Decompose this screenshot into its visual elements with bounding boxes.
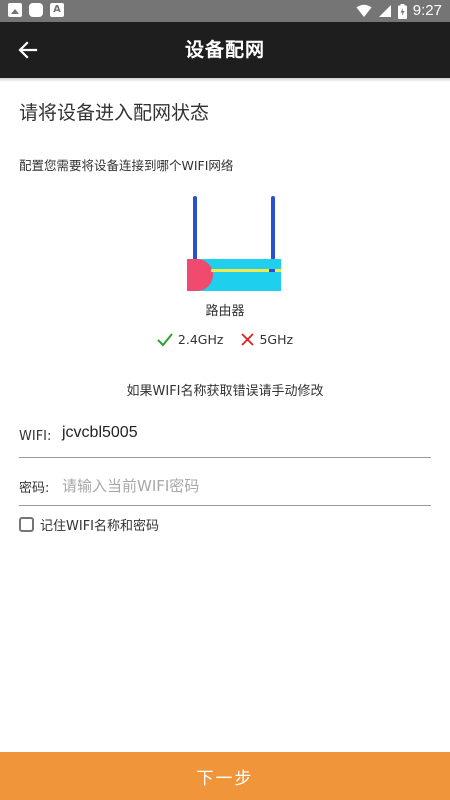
cross-icon (241, 333, 255, 346)
back-button[interactable] (10, 32, 46, 68)
image-notification-icon (8, 3, 22, 17)
check-icon (157, 332, 173, 346)
font-notification-icon: A (50, 3, 64, 17)
wifi-signal-icon (356, 4, 372, 17)
wifi-field[interactable]: WIFI: jcvcbl5005 (19, 418, 431, 458)
system-status: 9:27 (356, 2, 442, 20)
next-button[interactable]: 下一步 (0, 752, 450, 800)
instruction-text: 配置您需要将设备连接到哪个WIFI网络 (19, 158, 234, 173)
remember-label: 记住WIFI名称和密码 (40, 519, 159, 534)
password-input[interactable] (62, 472, 422, 500)
band-unsupported-label: 5GHz (259, 332, 294, 347)
password-field[interactable]: 密码: (19, 466, 431, 506)
app-notification-icon (29, 3, 43, 17)
password-label: 密码: (19, 481, 50, 496)
remember-option[interactable]: 记住WIFI名称和密码 (19, 515, 159, 534)
battery-icon (397, 3, 407, 19)
wifi-input[interactable]: jcvcbl5005 (62, 424, 138, 442)
app-bar-shadow (0, 78, 450, 82)
section-heading: 请将设备进入配网状态 (19, 102, 210, 124)
app-bar: 设备配网 (0, 22, 450, 78)
band-supported: 2.4GHz (157, 332, 224, 347)
notification-icons: A (8, 3, 64, 17)
wifi-label: WIFI: (19, 429, 52, 444)
band-unsupported: 5GHz (241, 332, 293, 347)
hint-text: 如果WIFI名称获取错误请手动修改 (126, 384, 324, 399)
band-supported-label: 2.4GHz (177, 332, 224, 347)
router-icon (187, 196, 281, 291)
router-label: 路由器 (205, 304, 245, 319)
status-bar: A 9:27 (0, 0, 450, 22)
remember-checkbox[interactable] (19, 517, 34, 532)
band-support: 2.4GHz 5GHz (0, 332, 450, 347)
arrow-left-icon (18, 41, 38, 59)
clock: 9:27 (412, 2, 442, 19)
page-title: 设备配网 (184, 39, 265, 61)
cell-signal-icon (378, 5, 391, 17)
